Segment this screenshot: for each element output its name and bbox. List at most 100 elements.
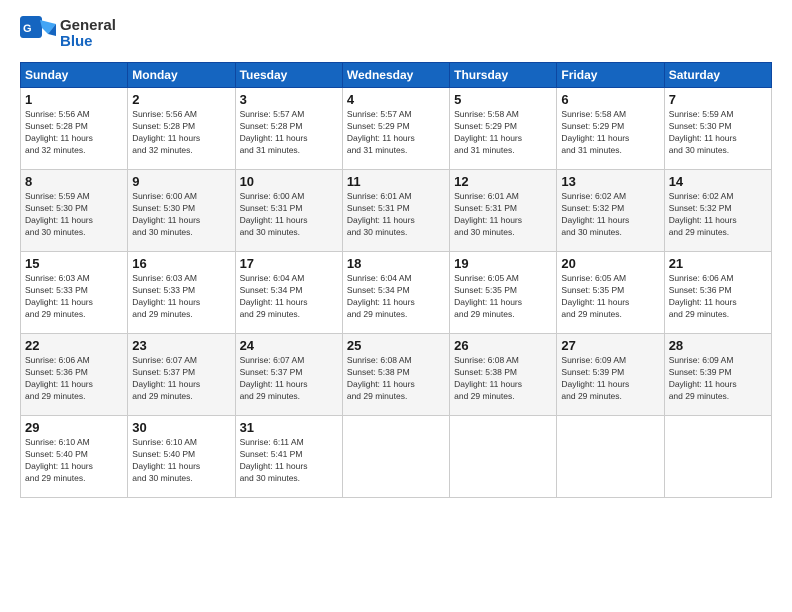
day-info: Sunrise: 5:59 AMSunset: 5:30 PMDaylight:… (669, 109, 737, 155)
calendar-cell: 8 Sunrise: 5:59 AMSunset: 5:30 PMDaylight… (21, 170, 128, 252)
day-info: Sunrise: 6:10 AMSunset: 5:40 PMDaylight:… (25, 437, 93, 483)
calendar-cell (664, 416, 771, 498)
day-number: 18 (347, 256, 445, 271)
day-info: Sunrise: 6:08 AMSunset: 5:38 PMDaylight:… (454, 355, 522, 401)
calendar-cell: 29 Sunrise: 6:10 AMSunset: 5:40 PMDayligh… (21, 416, 128, 498)
calendar-cell: 24 Sunrise: 6:07 AMSunset: 5:37 PMDayligh… (235, 334, 342, 416)
calendar-cell: 15Sunrise: 6:03 AMSunset: 5:33 PMDayligh… (21, 252, 128, 334)
day-number: 2 (132, 92, 230, 107)
svg-text:G: G (23, 23, 32, 35)
day-number: 24 (240, 338, 338, 353)
calendar-cell: 7 Sunrise: 5:59 AMSunset: 5:30 PMDaylight… (664, 88, 771, 170)
day-info: Sunrise: 5:58 AMSunset: 5:29 PMDaylight:… (561, 109, 629, 155)
weekday-header-row: SundayMondayTuesdayWednesdayThursdayFrid… (21, 63, 772, 88)
day-info: Sunrise: 5:59 AMSunset: 5:30 PMDaylight:… (25, 191, 93, 237)
day-number: 25 (347, 338, 445, 353)
logo-general: General (60, 18, 116, 35)
logo-blue: Blue (60, 34, 116, 51)
calendar-cell: 11 Sunrise: 6:01 AMSunset: 5:31 PMDayligh… (342, 170, 449, 252)
day-info: Sunrise: 6:00 AMSunset: 5:30 PMDaylight:… (132, 191, 200, 237)
weekday-header-sunday: Sunday (21, 63, 128, 88)
day-number: 27 (561, 338, 659, 353)
logo: G General Blue (20, 16, 116, 52)
day-info: Sunrise: 6:03 AMSunset: 5:33 PMDaylight:… (25, 273, 93, 319)
day-number: 14 (669, 174, 767, 189)
day-number: 1 (25, 92, 123, 107)
day-info: Sunrise: 6:11 AMSunset: 5:41 PMDaylight:… (240, 437, 308, 483)
calendar-cell (342, 416, 449, 498)
calendar-cell: 28 Sunrise: 6:09 AMSunset: 5:39 PMDayligh… (664, 334, 771, 416)
day-info: Sunrise: 6:04 AMSunset: 5:34 PMDaylight:… (240, 273, 308, 319)
calendar-cell: 18 Sunrise: 6:04 AMSunset: 5:34 PMDayligh… (342, 252, 449, 334)
day-info: Sunrise: 6:04 AMSunset: 5:34 PMDaylight:… (347, 273, 415, 319)
calendar-week-2: 8 Sunrise: 5:59 AMSunset: 5:30 PMDaylight… (21, 170, 772, 252)
day-number: 28 (669, 338, 767, 353)
day-info: Sunrise: 6:08 AMSunset: 5:38 PMDaylight:… (347, 355, 415, 401)
calendar-week-4: 22Sunrise: 6:06 AMSunset: 5:36 PMDayligh… (21, 334, 772, 416)
calendar-cell: 2 Sunrise: 5:56 AMSunset: 5:28 PMDaylight… (128, 88, 235, 170)
calendar-cell: 17 Sunrise: 6:04 AMSunset: 5:34 PMDayligh… (235, 252, 342, 334)
weekday-header-friday: Friday (557, 63, 664, 88)
calendar-cell (450, 416, 557, 498)
day-number: 10 (240, 174, 338, 189)
weekday-header-wednesday: Wednesday (342, 63, 449, 88)
day-number: 5 (454, 92, 552, 107)
day-number: 17 (240, 256, 338, 271)
day-number: 3 (240, 92, 338, 107)
weekday-header-saturday: Saturday (664, 63, 771, 88)
day-info: Sunrise: 6:05 AMSunset: 5:35 PMDaylight:… (454, 273, 522, 319)
calendar-cell: 25 Sunrise: 6:08 AMSunset: 5:38 PMDayligh… (342, 334, 449, 416)
header: G General Blue (20, 16, 772, 52)
day-number: 8 (25, 174, 123, 189)
day-info: Sunrise: 5:56 AMSunset: 5:28 PMDaylight:… (132, 109, 200, 155)
page: G General Blue SundayMondayTuesdayWednes… (0, 0, 792, 612)
calendar-cell: 19 Sunrise: 6:05 AMSunset: 5:35 PMDayligh… (450, 252, 557, 334)
day-number: 16 (132, 256, 230, 271)
day-info: Sunrise: 6:07 AMSunset: 5:37 PMDaylight:… (240, 355, 308, 401)
day-info: Sunrise: 6:02 AMSunset: 5:32 PMDaylight:… (561, 191, 629, 237)
day-info: Sunrise: 6:09 AMSunset: 5:39 PMDaylight:… (669, 355, 737, 401)
day-number: 12 (454, 174, 552, 189)
calendar-cell: 27 Sunrise: 6:09 AMSunset: 5:39 PMDayligh… (557, 334, 664, 416)
day-number: 19 (454, 256, 552, 271)
calendar-cell: 23Sunrise: 6:07 AMSunset: 5:37 PMDayligh… (128, 334, 235, 416)
calendar-cell: 1 Sunrise: 5:56 AMSunset: 5:28 PMDaylight… (21, 88, 128, 170)
logo-icon: G (20, 16, 56, 52)
calendar-cell: 21 Sunrise: 6:06 AMSunset: 5:36 PMDayligh… (664, 252, 771, 334)
day-number: 29 (25, 420, 123, 435)
day-number: 9 (132, 174, 230, 189)
day-info: Sunrise: 6:06 AMSunset: 5:36 PMDaylight:… (669, 273, 737, 319)
weekday-header-tuesday: Tuesday (235, 63, 342, 88)
calendar-cell: 6Sunrise: 5:58 AMSunset: 5:29 PMDaylight… (557, 88, 664, 170)
day-number: 11 (347, 174, 445, 189)
calendar-table: SundayMondayTuesdayWednesdayThursdayFrid… (20, 62, 772, 498)
day-info: Sunrise: 6:01 AMSunset: 5:31 PMDaylight:… (454, 191, 522, 237)
day-number: 7 (669, 92, 767, 107)
day-info: Sunrise: 5:56 AMSunset: 5:28 PMDaylight:… (25, 109, 93, 155)
calendar-cell: 12 Sunrise: 6:01 AMSunset: 5:31 PMDayligh… (450, 170, 557, 252)
day-info: Sunrise: 6:10 AMSunset: 5:40 PMDaylight:… (132, 437, 200, 483)
calendar-cell: 20Sunrise: 6:05 AMSunset: 5:35 PMDayligh… (557, 252, 664, 334)
day-info: Sunrise: 5:57 AMSunset: 5:29 PMDaylight:… (347, 109, 415, 155)
day-number: 20 (561, 256, 659, 271)
weekday-header-monday: Monday (128, 63, 235, 88)
day-number: 13 (561, 174, 659, 189)
calendar-week-3: 15Sunrise: 6:03 AMSunset: 5:33 PMDayligh… (21, 252, 772, 334)
calendar-cell: 9 Sunrise: 6:00 AMSunset: 5:30 PMDaylight… (128, 170, 235, 252)
day-info: Sunrise: 6:03 AMSunset: 5:33 PMDaylight:… (132, 273, 200, 319)
calendar-cell: 26Sunrise: 6:08 AMSunset: 5:38 PMDayligh… (450, 334, 557, 416)
calendar-cell: 3Sunrise: 5:57 AMSunset: 5:28 PMDaylight… (235, 88, 342, 170)
day-info: Sunrise: 6:01 AMSunset: 5:31 PMDaylight:… (347, 191, 415, 237)
calendar-cell: 22Sunrise: 6:06 AMSunset: 5:36 PMDayligh… (21, 334, 128, 416)
calendar-week-1: 1 Sunrise: 5:56 AMSunset: 5:28 PMDaylight… (21, 88, 772, 170)
day-number: 31 (240, 420, 338, 435)
calendar-cell: 14Sunrise: 6:02 AMSunset: 5:32 PMDayligh… (664, 170, 771, 252)
calendar-cell: 4Sunrise: 5:57 AMSunset: 5:29 PMDaylight… (342, 88, 449, 170)
day-number: 23 (132, 338, 230, 353)
calendar-cell: 16 Sunrise: 6:03 AMSunset: 5:33 PMDayligh… (128, 252, 235, 334)
calendar-cell: 5 Sunrise: 5:58 AMSunset: 5:29 PMDaylight… (450, 88, 557, 170)
day-number: 21 (669, 256, 767, 271)
calendar-cell: 10Sunrise: 6:00 AMSunset: 5:31 PMDayligh… (235, 170, 342, 252)
day-info: Sunrise: 5:58 AMSunset: 5:29 PMDaylight:… (454, 109, 522, 155)
day-info: Sunrise: 6:09 AMSunset: 5:39 PMDaylight:… (561, 355, 629, 401)
